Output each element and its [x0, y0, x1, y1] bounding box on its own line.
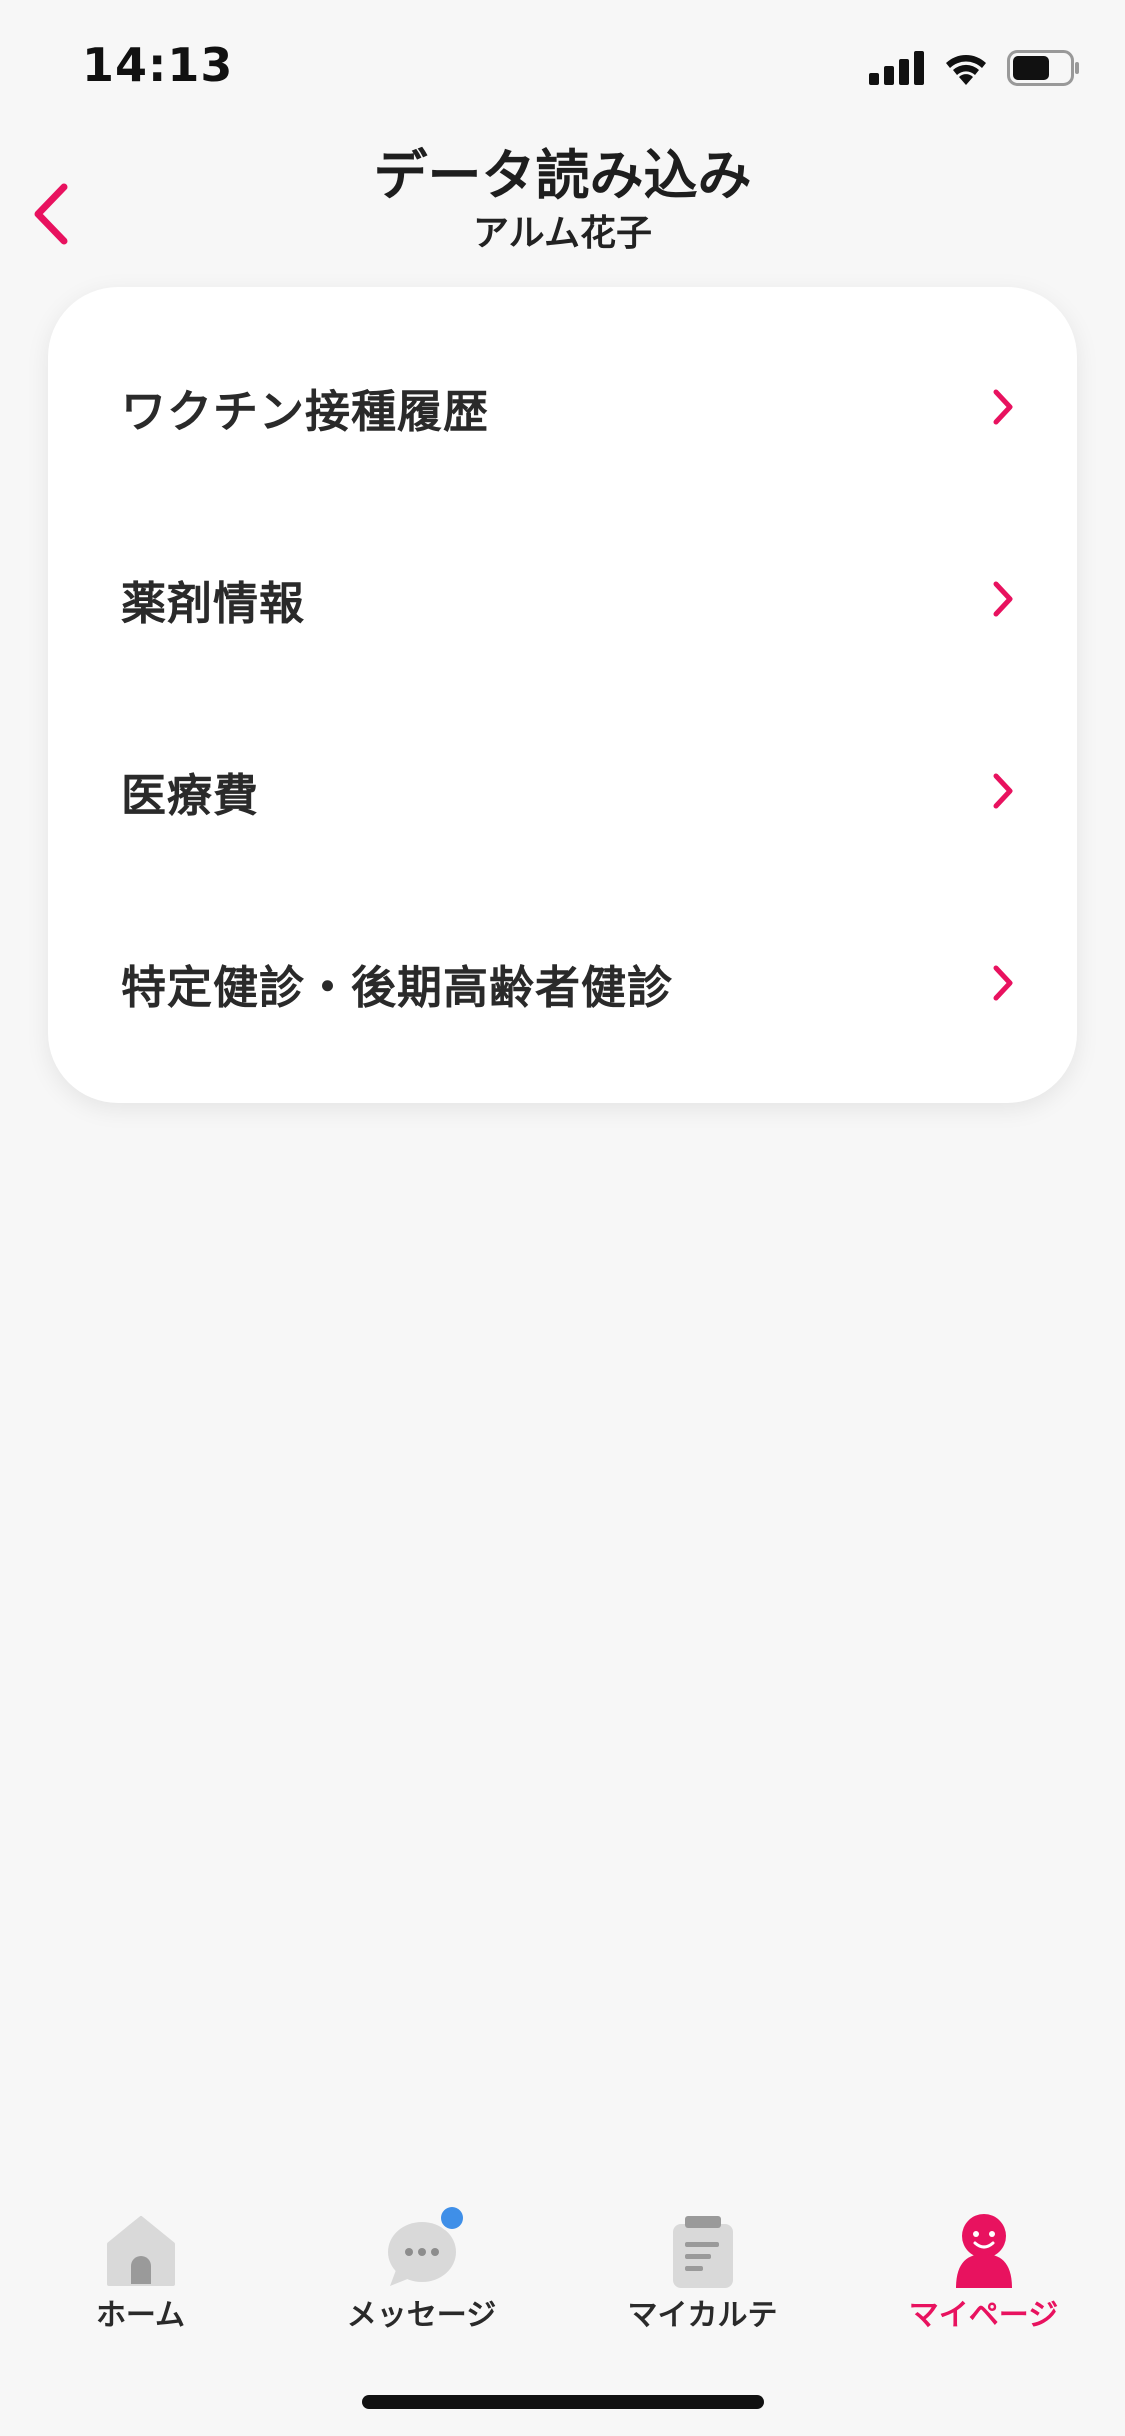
wifi-icon — [946, 55, 986, 85]
home-icon — [106, 2216, 175, 2286]
menu-item-label: 特定健診・後期高齢者健診 — [121, 960, 674, 1014]
status-bar: 14:13 — [0, 0, 1125, 140]
tab-label: ホーム — [95, 2298, 186, 2333]
tab-my-chart[interactable]: マイカルテ — [562, 2190, 843, 2333]
clipboard-icon — [672, 2216, 733, 2288]
tab-label: マイカルテ — [627, 2298, 778, 2333]
menu-item-label: 医療費 — [121, 768, 260, 822]
home-indicator — [362, 2395, 764, 2409]
import-menu-card: ワクチン接種履歴 薬剤情報 医療費 特定健診・後期高齢者健診 — [48, 287, 1077, 1103]
message-icon — [387, 2204, 466, 2286]
chevron-right-icon — [993, 773, 1013, 809]
page-title: データ読み込み — [373, 144, 752, 207]
chevron-right-icon — [993, 965, 1013, 1001]
tab-my-page[interactable]: マイページ — [843, 2190, 1124, 2333]
status-icons — [869, 48, 1081, 88]
header: データ読み込み アルム花子 — [0, 140, 1125, 270]
menu-item-medical-expenses[interactable]: 医療費 — [48, 695, 1077, 887]
battery-icon — [1007, 50, 1079, 86]
menu-item-label: 薬剤情報 — [121, 576, 306, 630]
chevron-right-icon — [993, 581, 1013, 617]
tab-messages[interactable]: メッセージ — [281, 2190, 562, 2333]
status-time: 14:13 — [82, 38, 234, 92]
user-name: アルム花子 — [473, 213, 652, 254]
menu-item-label: ワクチン接種履歴 — [121, 384, 490, 438]
tab-label: メッセージ — [346, 2298, 497, 2333]
chevron-right-icon — [993, 389, 1013, 425]
cellular-signal-icon — [869, 51, 924, 85]
tab-home[interactable]: ホーム — [0, 2190, 281, 2333]
menu-item-health-checkup[interactable]: 特定健診・後期高齢者健診 — [48, 887, 1077, 1079]
tab-bar: ホーム メッセージ マイカルテ マイページ — [0, 2190, 1125, 2333]
menu-item-vaccination-history[interactable]: ワクチン接種履歴 — [48, 311, 1077, 503]
tab-label: マイページ — [908, 2298, 1059, 2333]
person-icon — [955, 2214, 1012, 2288]
menu-item-medication-info[interactable]: 薬剤情報 — [48, 503, 1077, 695]
